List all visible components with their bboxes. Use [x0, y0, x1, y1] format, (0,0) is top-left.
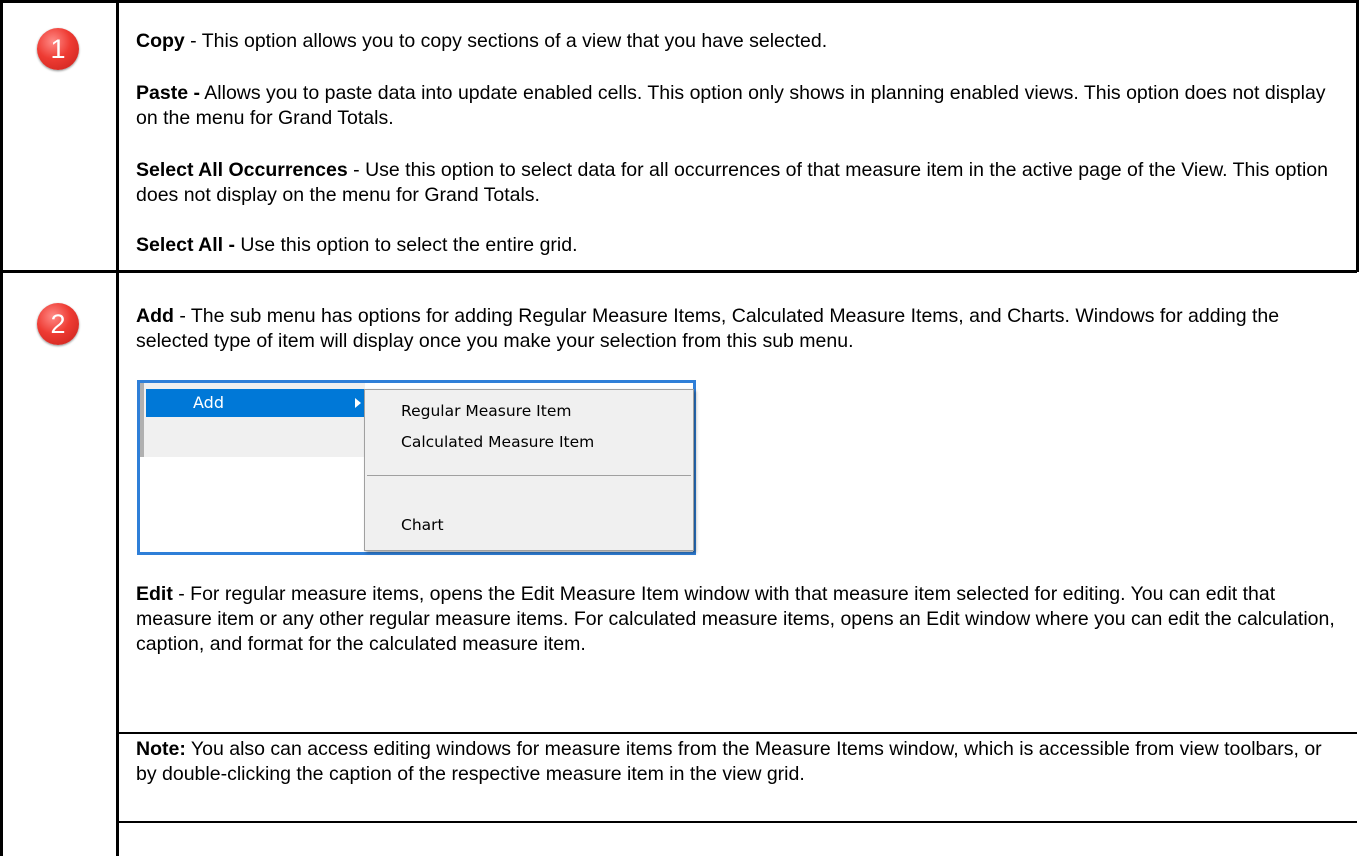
table-border-top [0, 0, 1357, 3]
term-select-all: Select All - [136, 234, 235, 256]
add-submenu: Regular Measure Item Calculated Measure … [364, 389, 694, 551]
row-divider [0, 270, 1357, 273]
desc-paste: Allows you to paste data into update ena… [136, 82, 1326, 129]
term-edit: Edit [136, 583, 173, 605]
submenu-item-calculated-measure-item[interactable]: Calculated Measure Item [401, 433, 594, 451]
desc-add: - The sub menu has options for adding Re… [136, 305, 1280, 352]
term-note: Note: [136, 738, 186, 760]
desc-note: You also can access editing windows for … [136, 738, 1322, 785]
step-2-badge-icon: 2 [37, 303, 79, 345]
table-border-left [0, 0, 3, 856]
term-add: Add [136, 305, 174, 327]
menu-item-add[interactable]: Add [146, 389, 367, 417]
help-table: 1 Copy - This option allows you to copy … [0, 0, 1361, 856]
note-divider-bottom [117, 821, 1357, 823]
term-paste: Paste - [136, 82, 200, 104]
desc-edit: - For regular measure items, opens the E… [136, 583, 1335, 655]
add-description: Add - The sub menu has options for addin… [136, 304, 1336, 354]
copy-description: Copy - This option allows you to copy se… [136, 29, 1341, 54]
term-copy: Copy [136, 30, 185, 52]
select-all-description: Select All - Use this option to select t… [136, 233, 1341, 258]
term-select-all-occurrences: Select All Occurrences [136, 159, 348, 181]
context-menu-screenshot: Add Regular Measure Item Calculated Meas… [137, 380, 696, 555]
paste-description: Paste - Allows you to paste data into up… [136, 81, 1331, 131]
submenu-item-chart[interactable]: Chart [401, 516, 444, 534]
menu-item-add-label: Add [193, 393, 224, 412]
note-divider-top [117, 732, 1357, 734]
select-all-occurrences-description: Select All Occurrences - Use this option… [136, 158, 1331, 208]
column-divider [116, 0, 119, 856]
submenu-separator [367, 475, 691, 476]
desc-copy: - This option allows you to copy section… [184, 30, 828, 52]
table-border-right [1356, 0, 1359, 272]
desc-select-all: Use this option to select the entire gri… [234, 234, 578, 256]
submenu-item-regular-measure-item[interactable]: Regular Measure Item [401, 402, 571, 420]
edit-description: Edit - For regular measure items, opens … [136, 582, 1336, 657]
note-description: Note: You also can access editing window… [136, 737, 1326, 787]
step-1-badge-icon: 1 [37, 28, 79, 70]
submenu-arrow-icon [355, 398, 361, 408]
